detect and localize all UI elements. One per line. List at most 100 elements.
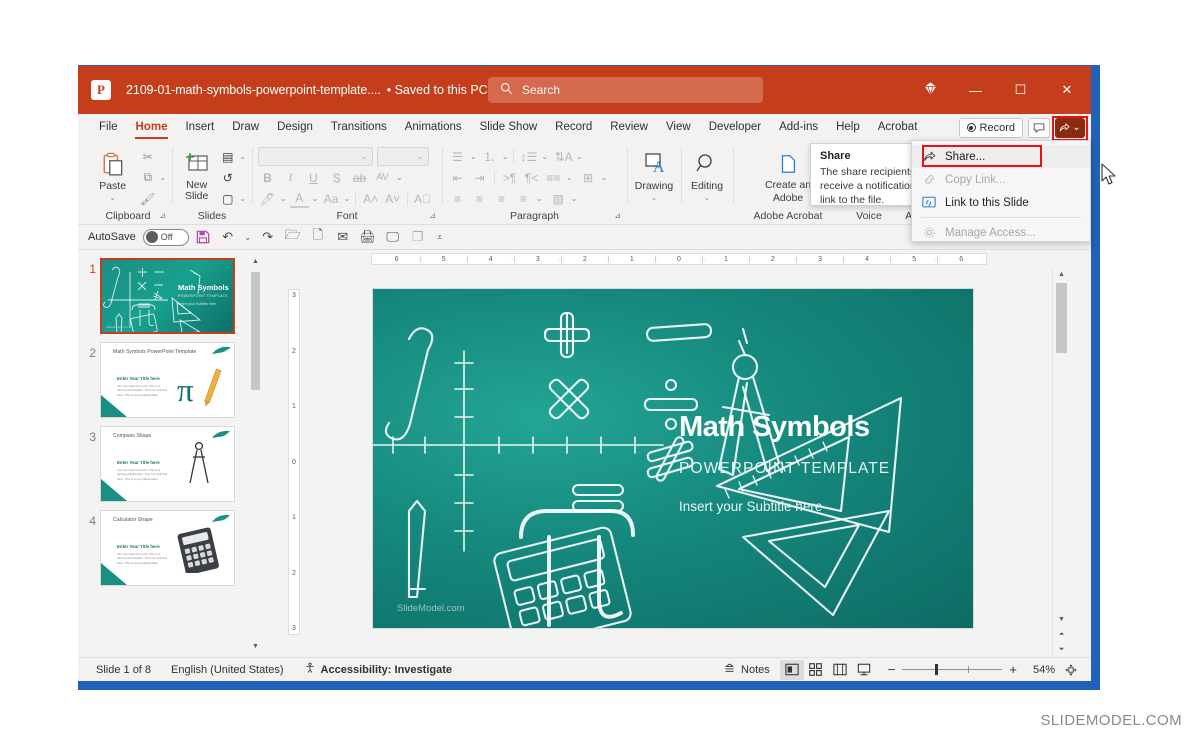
chevron-down-icon[interactable]: ⌄ xyxy=(536,194,543,203)
paste-button[interactable]: Paste ⌄ xyxy=(90,147,135,202)
zoom-track[interactable] xyxy=(902,664,1003,675)
change-case-button[interactable]: Aa xyxy=(321,189,340,208)
format-painter-icon[interactable]: 🖌 xyxy=(138,189,157,208)
increase-indent-button[interactable]: ⇥ xyxy=(470,168,489,187)
slideshow-view-button[interactable] xyxy=(852,660,876,680)
record-button[interactable]: Record xyxy=(958,117,1023,138)
dialog-launcher-icon[interactable]: ⊿ xyxy=(159,208,166,223)
comments-button[interactable] xyxy=(1028,117,1050,138)
chevron-down-icon[interactable]: ⌄ xyxy=(502,152,509,161)
duplicate-icon[interactable]: ❐ xyxy=(407,227,429,247)
font-name-input[interactable]: ⌄ xyxy=(258,147,373,166)
scrollbar-thumb[interactable] xyxy=(1056,283,1067,353)
autosave-toggle[interactable]: Off xyxy=(142,228,189,246)
tab-draw[interactable]: Draw xyxy=(223,114,268,141)
thumbnail-item-4[interactable]: 4 Calculator Shape Enter Your Title here… xyxy=(78,510,263,586)
strikethrough-button[interactable]: ab xyxy=(350,168,369,187)
tab-view[interactable]: View xyxy=(657,114,700,141)
slide-editor[interactable]: Math Symbols POWERPOINT TEMPLATE Insert … xyxy=(373,289,973,628)
next-slide-icon[interactable]: ⏷ xyxy=(1053,642,1070,657)
slide-title[interactable]: Math Symbols xyxy=(679,411,870,444)
convert-to-smartart-button[interactable]: ⊞ xyxy=(579,168,598,187)
text-highlight-icon[interactable]: 🖊 xyxy=(258,189,277,208)
thumbnail-preview[interactable]: Math Symbols POWERPOINT TEMPLATE Insert … xyxy=(100,258,235,334)
tab-record[interactable]: Record xyxy=(546,114,601,141)
tab-file[interactable]: File xyxy=(90,114,127,141)
ltr-text-direction-button[interactable]: >¶ xyxy=(500,168,519,187)
layout-icon[interactable]: ▤ xyxy=(218,147,237,166)
tab-insert[interactable]: Insert xyxy=(176,114,223,141)
editing-button[interactable]: Editing ⌄ xyxy=(687,147,727,202)
chevron-down-icon[interactable]: ⌄ xyxy=(343,194,350,203)
chevron-down-icon[interactable]: ⌄ xyxy=(541,152,548,161)
chevron-down-icon[interactable]: ⌄ xyxy=(239,152,246,161)
new-icon[interactable]: 🗋 xyxy=(307,227,329,247)
text-direction-button[interactable]: ⇅A xyxy=(554,147,573,166)
search-input[interactable]: Search xyxy=(488,77,763,103)
tab-transitions[interactable]: Transitions xyxy=(322,114,396,141)
chevron-down-icon[interactable]: ⌄ xyxy=(470,152,477,161)
minimize-button[interactable]: — xyxy=(953,66,998,114)
section-icon[interactable]: ▢ xyxy=(218,189,237,208)
chevron-down-icon[interactable]: ⌄ xyxy=(239,194,246,203)
tab-review[interactable]: Review xyxy=(601,114,657,141)
tab-acrobat[interactable]: Acrobat xyxy=(869,114,927,141)
zoom-handle[interactable] xyxy=(935,664,939,675)
tab-design[interactable]: Design xyxy=(268,114,322,141)
dialog-launcher-icon[interactable]: ⊿ xyxy=(614,208,621,223)
customize-chevron-icon[interactable]: ⩡ xyxy=(432,227,448,247)
new-slide-button[interactable]: New Slide xyxy=(178,147,215,202)
underline-button[interactable]: U xyxy=(304,168,323,187)
language-label[interactable]: English (United States) xyxy=(161,664,294,676)
tab-animations[interactable]: Animations xyxy=(396,114,471,141)
start-slideshow-icon[interactable]: 🖵 xyxy=(382,227,404,247)
reading-view-button[interactable] xyxy=(828,660,852,680)
close-button[interactable]: ✕ xyxy=(1043,66,1091,114)
save-icon[interactable] xyxy=(192,227,214,247)
scroll-down-arrow-icon[interactable]: ▼ xyxy=(1053,612,1070,627)
undo-icon[interactable]: ↶ xyxy=(217,227,239,247)
tab-help[interactable]: Help xyxy=(827,114,869,141)
fit-slide-icon[interactable] xyxy=(1059,660,1083,680)
rtl-text-direction-button[interactable]: ¶< xyxy=(522,168,541,187)
thumbnail-item-2[interactable]: 2 Math Symbols PowerPoint Template Enter… xyxy=(78,342,263,418)
tab-home[interactable]: Home xyxy=(127,114,177,141)
line-spacing-button[interactable]: ↕☰ xyxy=(519,147,538,166)
menu-item-link-to-this-slide[interactable]: Link to this Slide xyxy=(912,191,1090,214)
previous-slide-icon[interactable]: ⏶ xyxy=(1053,627,1070,642)
slide-subtitle-placeholder[interactable]: Insert your Subtitle here xyxy=(679,499,822,514)
vertical-ruler[interactable]: 3 2 1 0 1 2 3 xyxy=(285,267,302,657)
cut-icon[interactable]: ✂ xyxy=(138,147,157,166)
scrollbar-thumb[interactable] xyxy=(251,272,260,390)
thumbnail-preview[interactable]: Compass Shape Enter Your Title here You … xyxy=(100,426,235,502)
slide-count-label[interactable]: Slide 1 of 8 xyxy=(86,664,161,676)
justify-button[interactable]: ≡ xyxy=(514,189,533,208)
character-spacing-button[interactable]: AV xyxy=(373,168,392,187)
horizontal-ruler[interactable]: · 6 ·|· 5 ·|· 4 ·|· 3 ·|· 2 ·|· 1 ·|· 0 ·|· 1 ·|… xyxy=(285,250,1069,267)
tab-slide-show[interactable]: Slide Show xyxy=(471,114,547,141)
slide-subtitle[interactable]: POWERPOINT TEMPLATE xyxy=(679,460,890,478)
thumbnail-preview[interactable]: Math Symbols PowerPoint Template Enter Y… xyxy=(100,342,235,418)
slide-sorter-view-button[interactable] xyxy=(804,660,828,680)
quick-print-icon[interactable]: 🖨 xyxy=(357,227,379,247)
align-right-button[interactable]: ≡ xyxy=(492,189,511,208)
dialog-launcher-icon[interactable]: ⊿ xyxy=(429,208,436,223)
copy-icon[interactable]: ⧉ xyxy=(138,168,157,187)
thumbnail-scrollbar[interactable]: ▲ ▼ xyxy=(250,254,261,653)
canvas-vertical-scrollbar[interactable]: ▲ ▼ ⏶ ⏷ xyxy=(1052,267,1069,657)
maximize-button[interactable]: ☐ xyxy=(998,66,1043,114)
chevron-down-icon[interactable]: ⌄ xyxy=(312,194,319,203)
clear-formatting-icon[interactable]: A⃠ xyxy=(413,189,432,208)
zoom-in-button[interactable]: + xyxy=(1002,662,1024,677)
text-shadow-button[interactable]: S xyxy=(327,168,346,187)
italic-button[interactable]: I xyxy=(281,168,300,187)
decrease-indent-button[interactable]: ⇤ xyxy=(448,168,467,187)
bullets-button[interactable]: ☰ xyxy=(448,147,467,166)
font-size-input[interactable]: ⌄ xyxy=(377,147,429,166)
normal-view-button[interactable] xyxy=(779,659,804,680)
redo-icon[interactable]: ↷ xyxy=(257,227,279,247)
decrease-font-size-button[interactable]: A˅ xyxy=(383,189,402,208)
chevron-down-icon[interactable]: ⌄ xyxy=(396,173,403,182)
scroll-down-arrow-icon[interactable]: ▼ xyxy=(250,639,261,653)
tab-add-ins[interactable]: Add-ins xyxy=(770,114,827,141)
